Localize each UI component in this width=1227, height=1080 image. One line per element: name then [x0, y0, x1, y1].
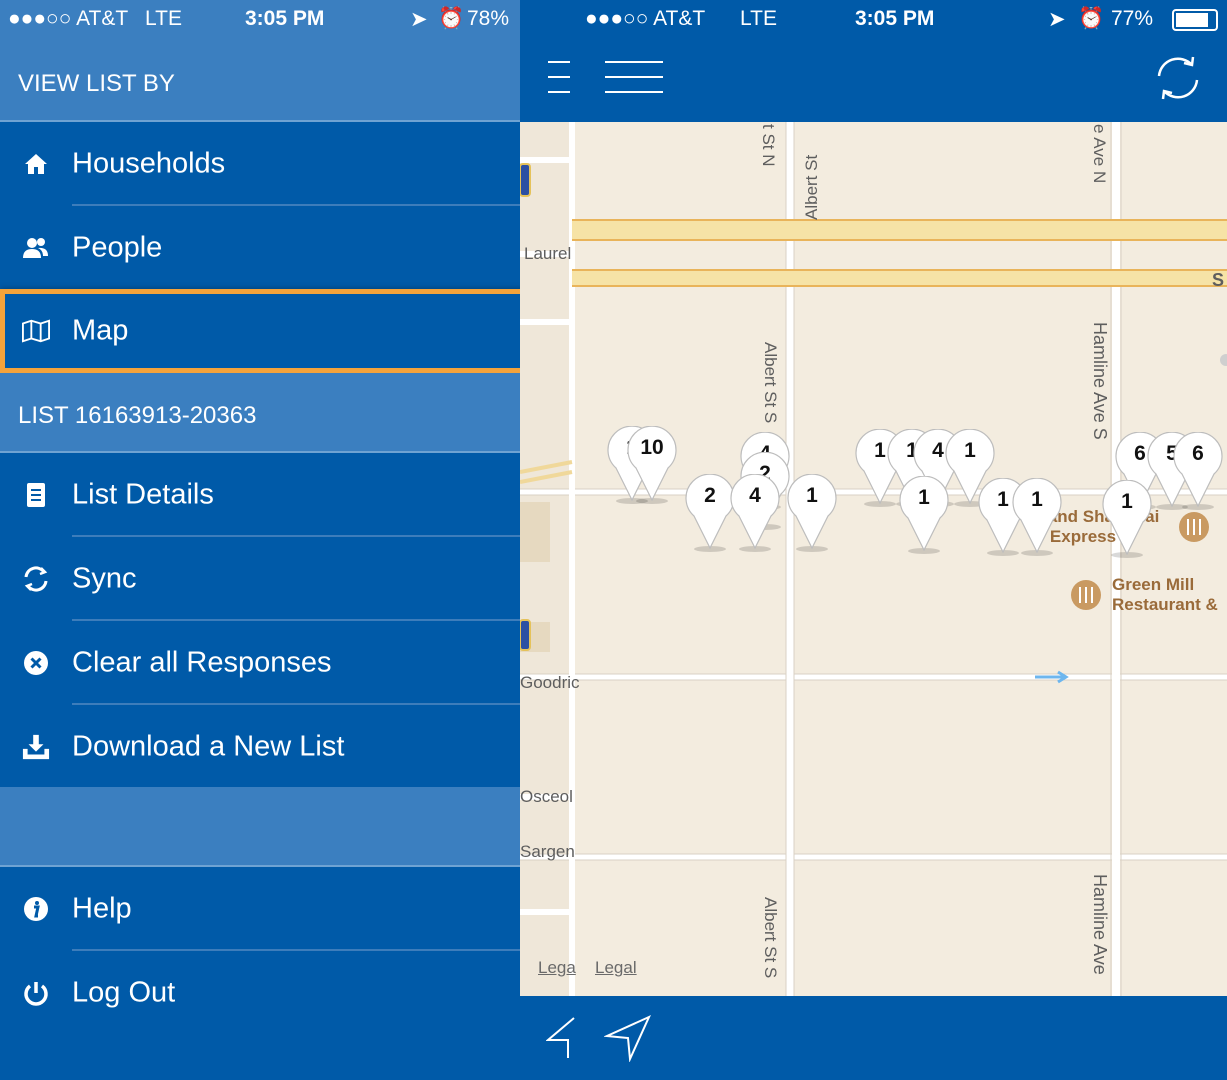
map-pin[interactable]: 1	[894, 476, 954, 554]
pin-count: 1	[964, 439, 976, 462]
menu-item-people[interactable]: People	[0, 206, 520, 290]
street-label-hamline-bottom: Hamline Ave	[1090, 874, 1110, 975]
battery-percent: 78%	[467, 7, 510, 30]
pin-count: 1	[1121, 490, 1133, 513]
app-screenshot: ●●●○○ AT&T LTE 3:05 PM ➤ ⏰ 78% VIEW LIST…	[0, 0, 1227, 1080]
carrier-label: ●●●○○ AT&T	[585, 7, 706, 30]
network-label: LTE	[145, 7, 182, 30]
street-label-albert-mid1: Albert St	[802, 154, 821, 220]
alarm-icon: ⏰	[1078, 7, 1105, 30]
poi-label-line: Green Mill	[1112, 575, 1195, 594]
battery-icon	[1172, 9, 1218, 31]
section-spacer	[0, 787, 520, 867]
navigation-drawer: ●●●○○ AT&T LTE 3:05 PM ➤ ⏰ 78% VIEW LIST…	[0, 0, 528, 1080]
document-icon	[22, 481, 50, 509]
map-pin[interactable]: 1	[782, 474, 842, 552]
menu-item-clear-responses[interactable]: Clear all Responses	[0, 621, 520, 705]
pin-count: 4	[749, 484, 761, 507]
menu-item-log-out[interactable]: Log Out	[0, 951, 520, 1035]
street-label-albert-bottom: Albert St S	[761, 897, 780, 979]
menu-item-label: Help	[72, 892, 132, 925]
menu-item-label: Clear all Responses	[72, 646, 332, 679]
map-pin[interactable]: 6	[1168, 432, 1227, 510]
map-pin[interactable]: 1	[1097, 480, 1157, 558]
legal-link-left[interactable]: Lega	[538, 958, 576, 978]
map-pin[interactable]: 10	[622, 426, 682, 504]
street-label-sargent: Sargen	[520, 842, 575, 861]
location-arrow-icon[interactable]	[545, 1016, 576, 1060]
view-list-by-header: VIEW LIST BY	[0, 40, 520, 122]
people-icon	[22, 234, 50, 262]
map-canvas[interactable]: t St N Albert St Albert St S Albert St S…	[520, 122, 1227, 996]
info-icon	[22, 895, 50, 923]
battery-percent: 77%	[1111, 7, 1154, 30]
map-navbar	[520, 40, 1227, 122]
street-label-laurel: Laurel	[524, 244, 572, 263]
menu-item-list-details[interactable]: List Details	[0, 453, 520, 537]
power-icon	[22, 979, 50, 1007]
street-label-hamline-mid: Hamline Ave S	[1090, 322, 1110, 440]
street-label-edge: S	[1212, 270, 1225, 290]
menu-item-label: Download a New List	[72, 730, 345, 763]
status-bar-left: ●●●○○ AT&T LTE 3:05 PM ➤ ⏰ 78%	[0, 0, 520, 40]
location-icon: ➤	[410, 8, 428, 31]
map-pin[interactable]: 1	[1007, 478, 1067, 556]
map-icon	[22, 317, 50, 345]
menu-item-label: Households	[72, 147, 226, 180]
menu-item-help[interactable]: Help	[0, 867, 520, 951]
menu-item-label: People	[72, 231, 163, 264]
locate-me-icon[interactable]	[603, 1014, 652, 1063]
carrier-label: ●●●○○ AT&T	[8, 7, 129, 30]
download-icon	[22, 733, 50, 761]
clock-label: 3:05 PM	[855, 7, 935, 30]
poi-label-line: Restaurant &	[1112, 595, 1218, 614]
home-icon	[22, 150, 50, 178]
refresh-icon[interactable]	[1154, 54, 1202, 102]
street-label-hamline-top: e Ave N	[1090, 124, 1109, 184]
menu-item-label: List Details	[72, 478, 214, 511]
clear-icon	[22, 649, 50, 677]
map-screen: ●●●○○ AT&T LTE 3:05 PM ➤ ⏰ 77% t St N Al…	[520, 0, 1227, 1080]
legal-link[interactable]: Legal	[595, 958, 637, 978]
pin-count: 1	[918, 486, 930, 509]
street-label-goodrich: Goodric	[520, 673, 580, 692]
pin-count: 1	[806, 484, 818, 507]
status-bar-right: ●●●○○ AT&T LTE 3:05 PM ➤ ⏰ 77%	[520, 0, 1227, 40]
alarm-icon: ⏰	[438, 7, 465, 30]
menu-item-label: Sync	[72, 562, 137, 595]
map-pin[interactable]: 4	[725, 474, 785, 552]
poi-green-mill[interactable]: Green Mill Restaurant &	[1112, 575, 1218, 615]
menu-toggle-icon[interactable]	[546, 58, 572, 98]
street-label-osceola: Osceol	[520, 787, 573, 806]
clock-label: 3:05 PM	[245, 7, 325, 30]
menu-item-download-list[interactable]: Download a New List	[0, 705, 520, 789]
street-label-albert-mid2: Albert St S	[761, 342, 780, 424]
menu-item-label: Log Out	[72, 976, 176, 1009]
list-id-header: LIST 16163913-20363	[0, 373, 520, 453]
pin-count: 10	[640, 436, 664, 459]
menu-item-sync[interactable]: Sync	[0, 537, 520, 621]
menu-item-label: Map	[72, 314, 129, 347]
location-icon: ➤	[1048, 8, 1066, 31]
street-label-albert-top: t St N	[759, 124, 778, 167]
menu-item-households[interactable]: Households	[0, 122, 520, 206]
pin-count: 6	[1192, 442, 1204, 465]
sync-icon	[22, 565, 50, 593]
network-label: LTE	[740, 7, 777, 30]
map-toolbar	[520, 996, 1227, 1080]
menu-item-map[interactable]: Map	[0, 289, 528, 373]
pin-count: 1	[1031, 488, 1043, 511]
map-roads	[520, 122, 1227, 996]
list-icon[interactable]	[604, 58, 664, 98]
